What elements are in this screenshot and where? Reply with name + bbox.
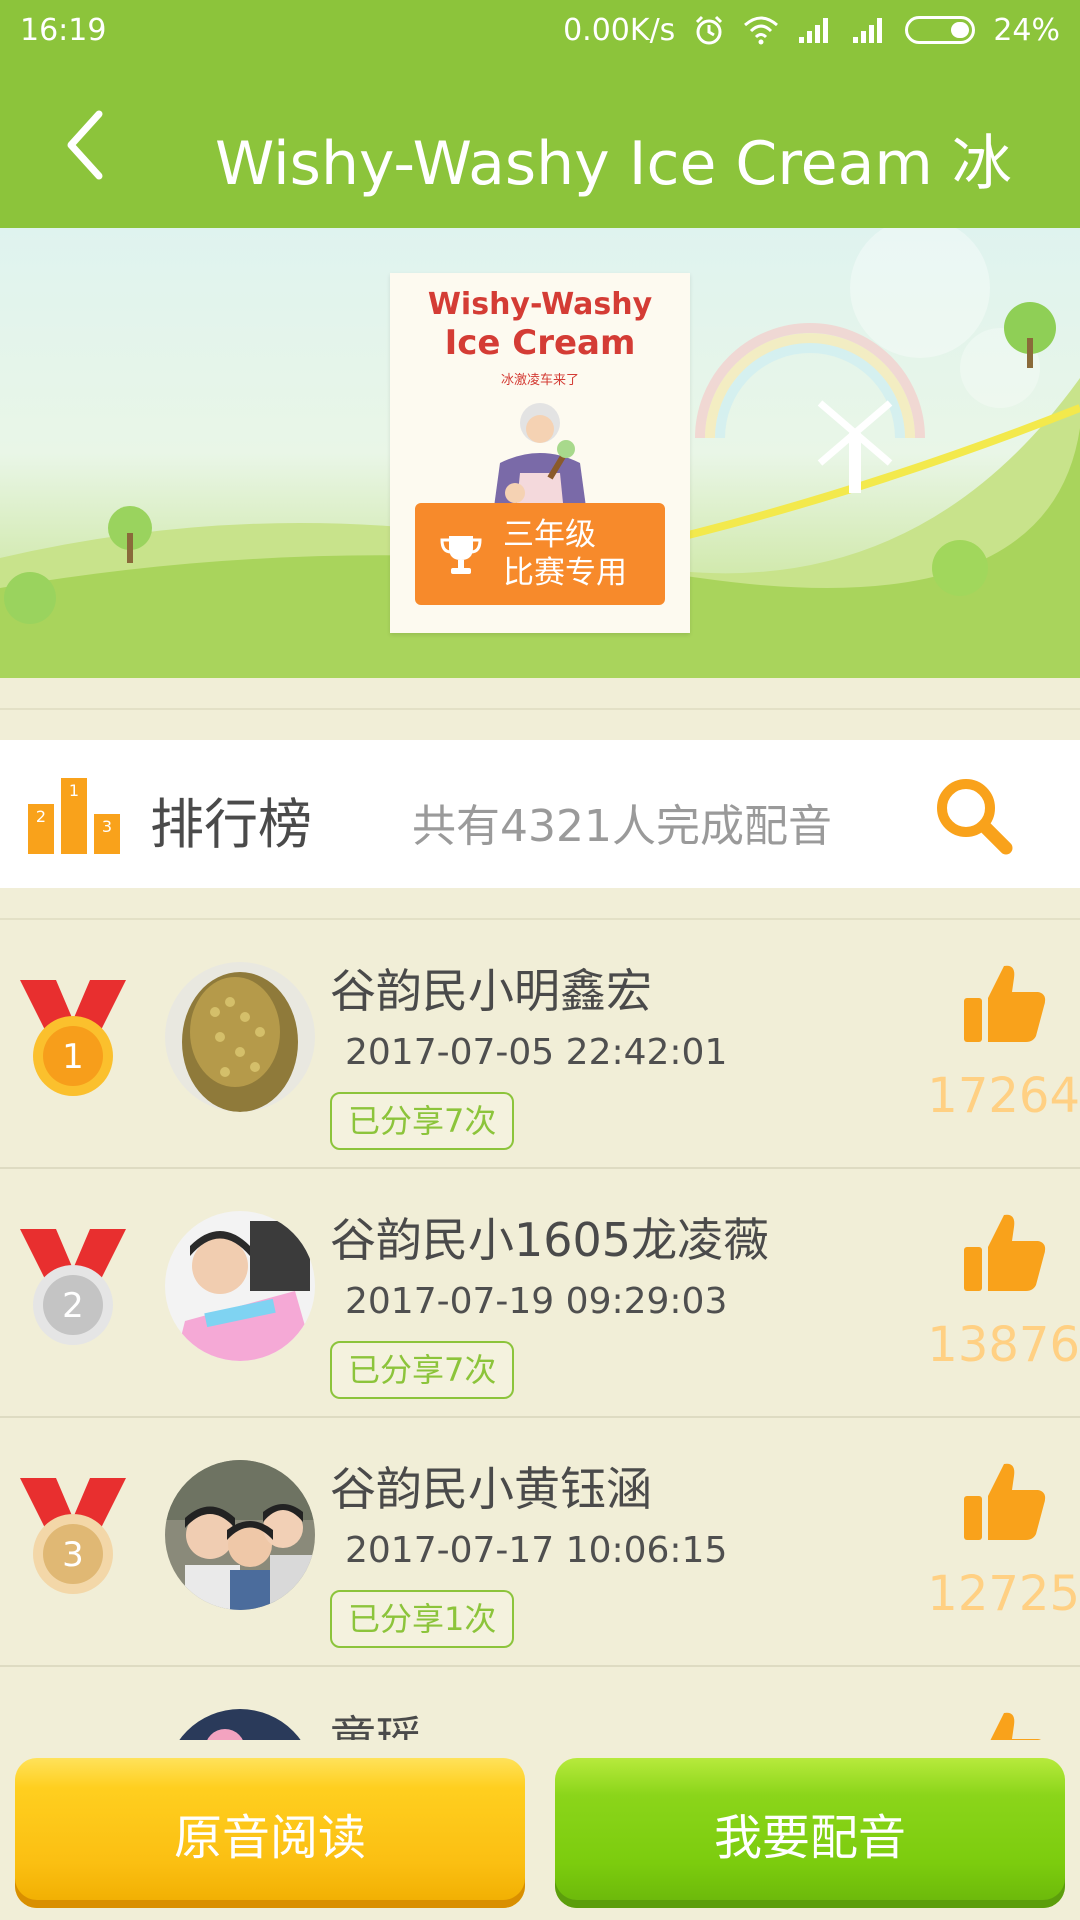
status-bar: 16:19 0.00K/s 24% <box>0 0 1080 60</box>
list-item[interactable]: 1 谷韵民小明鑫宏 2017-07-05 22:42:01 已分享7次 1726… <box>0 920 1080 1169</box>
gold-medal-icon: 1 <box>20 980 126 1096</box>
book-cover-title: Wishy-Washy <box>427 287 653 322</box>
competition-badge[interactable]: 三年级 比赛专用 <box>415 503 665 605</box>
silver-medal-icon: 2 <box>20 1229 126 1345</box>
like-button[interactable] <box>960 1458 1050 1548</box>
like-button[interactable] <box>960 960 1050 1050</box>
hero-banner: Wishy-Washy Ice Cream 冰激凌车来了 三年级 比赛专用 <box>0 228 1080 678</box>
svg-text:3: 3 <box>102 817 112 836</box>
status-right: 0.00K/s 24% <box>563 13 1060 48</box>
list-item[interactable]: 3 谷韵民小黄钰涵 2017-07-17 10:06:15 已分享1次 1272… <box>0 1418 1080 1667</box>
like-count: 17264 <box>927 1068 1080 1124</box>
submission-date: 2017-07-17 10:06:15 <box>345 1530 728 1571</box>
user-name: 谷韵民小1605龙凌薇 <box>330 1213 770 1267</box>
share-count-tag: 已分享7次 <box>330 1092 515 1150</box>
medal-rank: 1 <box>62 1037 84 1077</box>
alarm-icon <box>696 15 723 45</box>
search-button[interactable] <box>930 772 1020 862</box>
podium-icon: 2 1 3 <box>28 778 120 854</box>
like-count: 12725 <box>927 1566 1080 1622</box>
signal-icon <box>799 18 829 43</box>
search-icon <box>937 779 1013 855</box>
badge-text-contest: 比赛专用 <box>503 555 627 591</box>
back-button[interactable] <box>50 105 120 185</box>
network-speed: 0.00K/s <box>563 12 676 48</box>
svg-text:2: 2 <box>36 807 46 826</box>
share-count-tag: 已分享1次 <box>330 1590 515 1648</box>
ranking-header: 2 1 3 排行榜 共有4321人完成配音 <box>0 740 1080 888</box>
badge-text-grade: 三年级 <box>503 517 596 553</box>
submission-date: 2017-07-19 09:29:03 <box>345 1281 728 1322</box>
bronze-medal-icon: 3 <box>20 1478 126 1594</box>
page-title: Wishy-Washy Ice Cream 冰 <box>215 129 1012 199</box>
bottom-action-bar: 原音阅读 我要配音 <box>0 1740 1080 1920</box>
status-time: 16:19 <box>20 12 107 48</box>
medal-rank: 2 <box>62 1286 84 1326</box>
user-name: 谷韵民小明鑫宏 <box>330 964 652 1018</box>
signal-icon <box>853 18 883 43</box>
avatar[interactable] <box>165 1211 315 1361</box>
submission-date: 2017-07-05 22:42:01 <box>345 1032 728 1073</box>
thumbs-up-icon <box>964 1463 1046 1540</box>
dub-button[interactable]: 我要配音 <box>555 1758 1065 1908</box>
trophy-icon <box>440 536 482 574</box>
badge-text: 三年级 比赛专用 <box>503 516 627 592</box>
book-cover-title-2: Ice Cream <box>444 323 636 363</box>
title-bar: Wishy-Washy Ice Cream 冰 <box>0 60 1080 228</box>
original-audio-button[interactable]: 原音阅读 <box>15 1758 525 1908</box>
like-count: 13876 <box>927 1317 1080 1373</box>
medal-rank: 3 <box>62 1535 84 1575</box>
thumbs-up-icon <box>964 965 1046 1042</box>
chevron-left-icon <box>67 110 103 180</box>
battery-icon <box>905 16 976 44</box>
ranking-summary: 共有4321人完成配音 <box>412 801 832 852</box>
avatar[interactable] <box>165 1460 315 1610</box>
book-cover[interactable]: Wishy-Washy Ice Cream 冰激凌车来了 三年级 比赛专用 <box>390 273 690 633</box>
svg-text:1: 1 <box>69 781 79 800</box>
thumbs-up-icon <box>964 1214 1046 1291</box>
battery-percent: 24% <box>993 12 1060 48</box>
list-item[interactable]: 2 谷韵民小1605龙凌薇 2017-07-19 09:29:03 已分享7次 … <box>0 1169 1080 1418</box>
user-name: 谷韵民小黄钰涵 <box>330 1462 652 1516</box>
ranking-title: 排行榜 <box>150 793 312 856</box>
divider <box>0 708 1080 710</box>
like-button[interactable] <box>960 1209 1050 1299</box>
avatar[interactable] <box>165 962 315 1112</box>
share-count-tag: 已分享7次 <box>330 1341 515 1399</box>
wifi-icon <box>744 16 779 45</box>
